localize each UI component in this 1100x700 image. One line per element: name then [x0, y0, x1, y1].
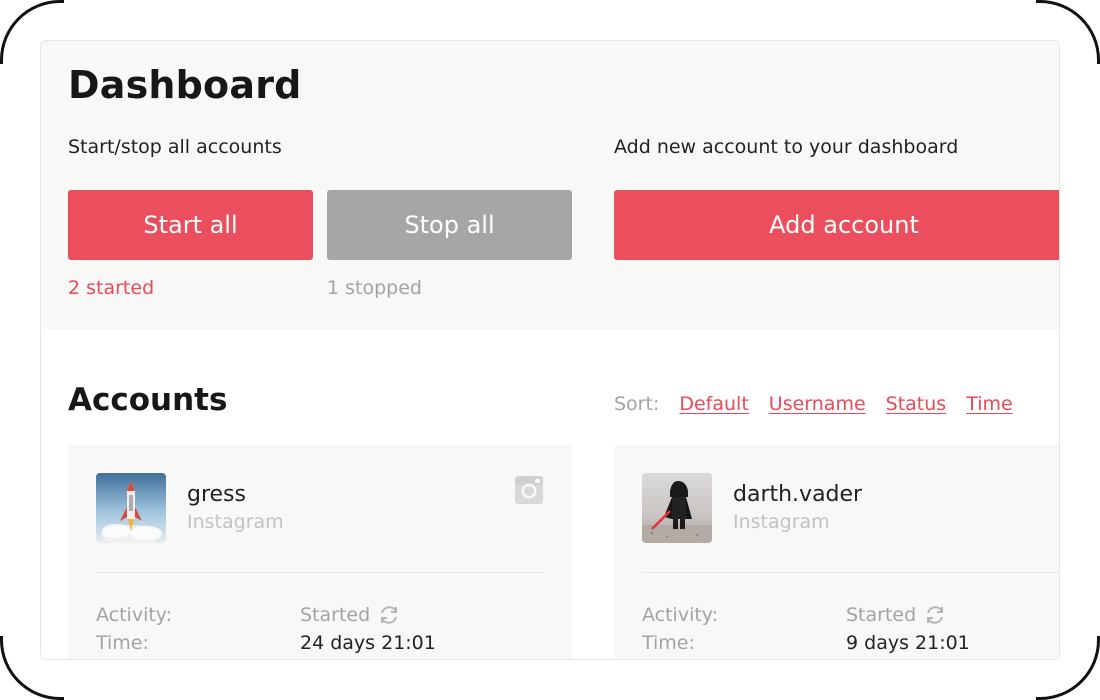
account-network: Instagram [187, 511, 284, 533]
darth-vader-avatar-image [642, 473, 712, 543]
sort-default-link[interactable]: Default [679, 393, 748, 415]
stopped-count: 1 stopped [327, 277, 422, 299]
time-value: 24 days 21:01 [300, 632, 436, 654]
avatar [642, 473, 712, 543]
avatar [96, 473, 166, 543]
add-account-button[interactable]: Add account [614, 190, 1059, 260]
time-value: 9 days 21:01 [846, 632, 970, 654]
stop-all-button[interactable]: Stop all [327, 190, 572, 260]
account-username[interactable]: darth.vader [733, 482, 862, 507]
account-card[interactable]: darth.vader Instagram Activity: Started … [614, 445, 1059, 659]
refresh-icon[interactable] [924, 604, 946, 626]
start-stop-label: Start/stop all accounts [68, 136, 282, 158]
sort-label: Sort: [614, 393, 660, 415]
activity-label: Activity: [642, 604, 719, 626]
accounts-heading: Accounts [68, 382, 228, 418]
sort-status-link[interactable]: Status [886, 393, 947, 415]
rocket-avatar-image [96, 473, 166, 543]
dashboard-window: Dashboard Start/stop all accounts Add ne… [40, 40, 1060, 660]
sort-username-link[interactable]: Username [769, 393, 866, 415]
time-label: Time: [96, 632, 149, 654]
activity-label: Activity: [96, 604, 173, 626]
started-count: 2 started [68, 277, 155, 299]
account-card[interactable]: gress Instagram Activity: Started Time: … [68, 445, 572, 659]
sort-bar: Sort: Default Username Status Time [614, 393, 1013, 415]
card-divider [96, 572, 545, 573]
page-title: Dashboard [68, 63, 302, 107]
start-all-button[interactable]: Start all [68, 190, 313, 260]
activity-status: Started [846, 604, 946, 626]
card-divider [642, 572, 1059, 573]
activity-status: Started [300, 604, 400, 626]
time-label: Time: [642, 632, 695, 654]
sort-time-link[interactable]: Time [966, 393, 1013, 415]
dashboard-header-panel: Dashboard Start/stop all accounts Add ne… [41, 41, 1059, 329]
account-network: Instagram [733, 511, 830, 533]
refresh-icon[interactable] [378, 604, 400, 626]
add-account-label: Add new account to your dashboard [614, 136, 959, 158]
account-username[interactable]: gress [187, 482, 246, 507]
instagram-icon[interactable] [514, 475, 544, 505]
activity-value: Started [300, 604, 371, 626]
activity-value: Started [846, 604, 917, 626]
